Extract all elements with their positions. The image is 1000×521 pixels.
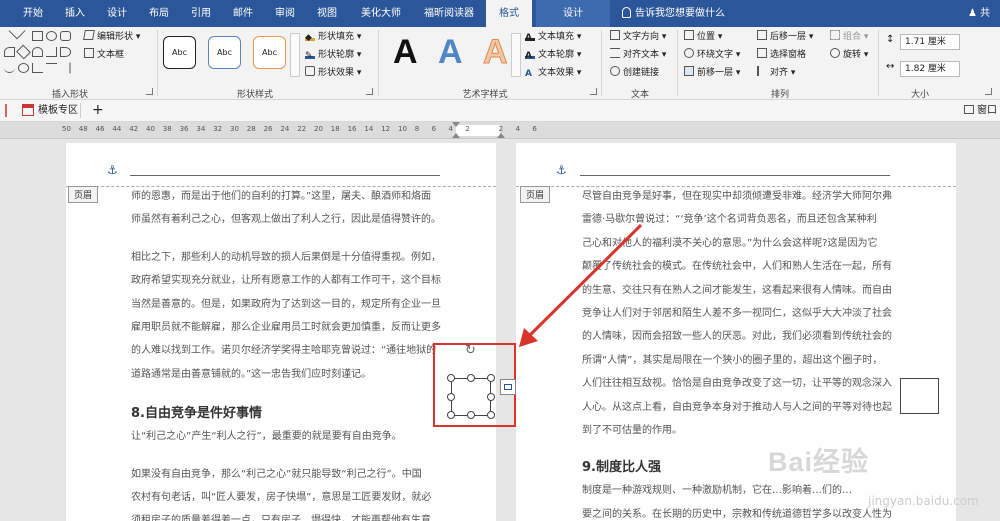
baidu-watermark-url: jingyan.baidu.com — [868, 494, 979, 508]
baidu-watermark: Bai经验 — [768, 447, 870, 477]
annotation-arrow-shaft — [526, 223, 643, 339]
